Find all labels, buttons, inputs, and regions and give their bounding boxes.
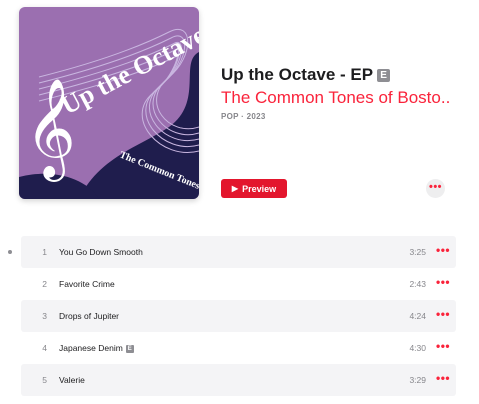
track-name: Japanese Denim E	[59, 343, 134, 353]
album-title: Up the Octave - EP E	[221, 65, 391, 85]
preview-button[interactable]: ▶ Preview	[221, 179, 287, 198]
track-duration: 3:29	[409, 375, 426, 385]
genre-year: POP · 2023	[221, 112, 266, 121]
more-options-button[interactable]: •••	[426, 179, 445, 198]
now-playing-dot	[8, 250, 12, 254]
album-artwork[interactable]: 𝄞 Up the Octave The Common Tones	[19, 7, 199, 199]
track-more-button[interactable]: •••	[436, 276, 456, 292]
track-name: Drops of Jupiter	[59, 311, 119, 321]
track-duration: 4:24	[409, 311, 426, 321]
track-more-button[interactable]: •••	[436, 372, 456, 388]
track-row[interactable]: 5 Valerie 3:29 •••	[21, 364, 456, 396]
play-icon: ▶	[231, 184, 239, 193]
track-name: Favorite Crime	[59, 279, 115, 289]
explicit-badge: E	[125, 345, 134, 353]
artist-link[interactable]: The Common Tones of Bosto...	[221, 88, 451, 108]
track-name: Valerie	[59, 375, 85, 385]
track-duration: 4:30	[409, 343, 426, 353]
track-number: 5	[42, 375, 47, 385]
track-duration: 3:25	[409, 247, 426, 257]
track-row[interactable]: 3 Drops of Jupiter 4:24 •••	[21, 300, 456, 332]
track-row[interactable]: 2 Favorite Crime 2:43 •••	[21, 268, 456, 300]
track-more-button[interactable]: •••	[436, 244, 456, 260]
track-more-button[interactable]: •••	[436, 340, 456, 356]
explicit-badge: E	[377, 69, 391, 82]
album-artwork-art: 𝄞 Up the Octave The Common Tones	[19, 7, 199, 199]
track-row[interactable]: 1 You Go Down Smooth 3:25 •••	[8, 236, 456, 268]
track-number: 2	[42, 279, 47, 289]
track-name: You Go Down Smooth	[59, 247, 143, 257]
track-number: 3	[42, 311, 47, 321]
track-row[interactable]: 4 Japanese Denim E 4:30 •••	[21, 332, 456, 364]
track-list: 1 You Go Down Smooth 3:25 ••• 2 Favorite…	[8, 236, 456, 396]
track-number: 1	[42, 247, 47, 257]
track-number: 4	[42, 343, 47, 353]
track-duration: 2:43	[409, 279, 426, 289]
track-more-button[interactable]: •••	[436, 308, 456, 324]
